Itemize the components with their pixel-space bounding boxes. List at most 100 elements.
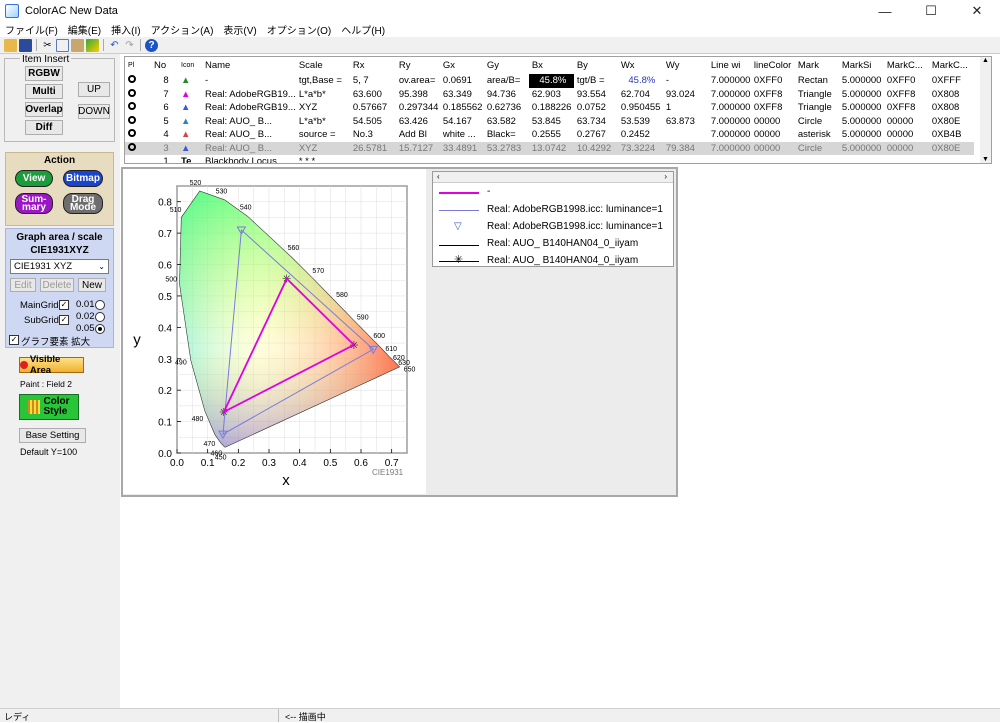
table-cell[interactable]: 53.539 xyxy=(618,115,663,129)
table-cell[interactable]: white ... xyxy=(440,128,484,142)
table-cell[interactable] xyxy=(440,155,484,163)
undo-icon[interactable]: ↶ xyxy=(108,39,121,52)
table-cell[interactable]: 10.4292 xyxy=(573,141,618,155)
column-header[interactable]: Bx xyxy=(529,57,574,74)
table-cell[interactable]: 7.000000 xyxy=(708,88,751,102)
column-header[interactable]: Ry xyxy=(396,57,440,74)
table-cell[interactable]: 62.704 xyxy=(618,88,663,102)
table-cell[interactable]: 0.2767 xyxy=(574,128,618,142)
table-row[interactable]: 4 ▲ Real: AUO_ B... source = No.3 Add Bl white… xyxy=(125,128,974,142)
grid-002-radio[interactable] xyxy=(95,312,105,322)
table-cell[interactable]: 00000 xyxy=(751,115,795,129)
table-cell[interactable]: 53.845 xyxy=(529,115,574,129)
graph-type-select[interactable]: CIE1931 XYZ ⌄ xyxy=(10,259,109,274)
table-cell[interactable]: Rectan xyxy=(795,74,839,88)
table-cell[interactable]: 0.185562 xyxy=(440,101,484,115)
column-header[interactable]: By xyxy=(574,57,618,74)
legend-scrollbar[interactable]: ‹ › xyxy=(433,172,673,183)
main-grid-checkbox[interactable]: ✓ xyxy=(59,300,69,310)
table-cell[interactable]: 7.000000 xyxy=(708,74,751,88)
table-cell[interactable]: 00000 xyxy=(884,128,929,142)
table-cell[interactable]: Circle xyxy=(794,141,839,155)
table-cell[interactable]: L*a*b* xyxy=(296,115,350,129)
summary-button[interactable]: Sum-mary xyxy=(15,193,53,214)
table-cell[interactable]: 73.3224 xyxy=(617,141,663,155)
table-cell[interactable]: 7.000000 xyxy=(708,128,751,142)
column-header[interactable]: Rx xyxy=(350,57,396,74)
copy-icon[interactable] xyxy=(56,38,69,52)
color-style-button[interactable]: Color Style xyxy=(19,394,79,420)
table-cell[interactable] xyxy=(574,155,618,163)
sub-grid-checkbox[interactable]: ✓ xyxy=(59,315,69,325)
save-icon[interactable] xyxy=(19,38,32,52)
column-header[interactable]: Name xyxy=(202,57,296,74)
table-cell[interactable]: 00000 xyxy=(884,115,929,129)
paint-icon[interactable] xyxy=(86,38,99,52)
table-cell[interactable]: Black= xyxy=(484,128,529,142)
visibility-toggle-icon[interactable] xyxy=(125,155,151,163)
table-cell[interactable]: 5.000000 xyxy=(839,115,884,129)
menu-view[interactable]: 表示(V) xyxy=(218,22,261,37)
table-cell[interactable]: 45.8% xyxy=(618,74,663,88)
table-cell[interactable]: 15.7127 xyxy=(395,141,440,155)
table-scrollbar[interactable]: ▲ ▼ xyxy=(980,57,991,163)
rgbw-button[interactable]: RGBW xyxy=(25,66,63,81)
column-header[interactable]: No xyxy=(151,57,178,74)
table-cell[interactable]: 63.734 xyxy=(574,115,618,129)
table-cell[interactable] xyxy=(839,155,884,163)
bitmap-button[interactable]: Bitmap xyxy=(63,170,103,187)
column-header[interactable]: Mark xyxy=(795,57,839,74)
table-row[interactable]: 3 ▲ Real: AUO_ B... XYZ 26.5781 15.7127 33.489… xyxy=(125,141,974,155)
table-cell[interactable]: 0XFF8 xyxy=(751,101,795,115)
cut-icon[interactable]: ✂ xyxy=(41,39,54,52)
drag-mode-button[interactable]: Drag Mode xyxy=(63,193,103,214)
minimize-icon[interactable]: — xyxy=(862,0,908,22)
table-cell[interactable]: 0.0752 xyxy=(574,101,618,115)
legend-scroll-left-icon[interactable]: ‹ xyxy=(437,172,440,181)
column-header[interactable]: Wy xyxy=(663,57,708,74)
table-cell[interactable] xyxy=(663,155,708,163)
table-cell[interactable]: Triangle xyxy=(795,101,839,115)
table-cell[interactable]: 0XB4B xyxy=(929,128,974,142)
table-cell[interactable] xyxy=(350,155,396,163)
table-cell[interactable]: 00000 xyxy=(750,141,795,155)
column-header[interactable]: MarkSi xyxy=(839,57,884,74)
table-cell[interactable]: 0X808 xyxy=(929,88,974,102)
grid-001-radio[interactable] xyxy=(95,300,105,310)
overlap-button[interactable]: Overlap xyxy=(25,102,63,117)
table-cell[interactable]: 5.000000 xyxy=(838,141,884,155)
table-cell[interactable]: 63.426 xyxy=(396,115,440,129)
table-cell[interactable]: No.3 xyxy=(350,128,396,142)
visibility-toggle-icon[interactable] xyxy=(125,88,151,102)
menu-edit[interactable]: 編集(E) xyxy=(63,22,106,37)
table-cell[interactable]: 0.62736 xyxy=(484,101,529,115)
table-cell[interactable]: asterisk xyxy=(795,128,839,142)
table-row[interactable]: 5 ▲ Real: AUO_ B... L*a*b* 54.505 63.426 54.16… xyxy=(125,115,974,129)
table-cell[interactable]: - xyxy=(663,74,708,88)
table-cell[interactable]: 26.5781 xyxy=(349,141,396,155)
visibility-toggle-icon[interactable] xyxy=(125,74,151,88)
table-cell[interactable]: 93.554 xyxy=(574,88,618,102)
menu-insert[interactable]: 挿入(I) xyxy=(106,22,145,37)
table-cell[interactable]: 0XFF0 xyxy=(751,74,795,88)
view-button[interactable]: View xyxy=(15,170,53,187)
edit-button[interactable]: Edit xyxy=(10,278,36,292)
table-cell[interactable] xyxy=(484,155,529,163)
column-header[interactable]: Wx xyxy=(618,57,663,74)
table-cell[interactable]: 0.297344 xyxy=(396,101,440,115)
table-cell[interactable]: 0X80E xyxy=(928,141,974,155)
table-cell[interactable]: 7.000000 xyxy=(708,115,751,129)
table-cell[interactable]: 7.000000 xyxy=(708,101,751,115)
column-header[interactable]: Line wi xyxy=(708,57,751,74)
menu-option[interactable]: オプション(O) xyxy=(262,22,336,37)
down-button[interactable]: DOWN xyxy=(78,104,110,119)
help-icon[interactable]: ? xyxy=(145,38,158,52)
menu-help[interactable]: ヘルプ(H) xyxy=(336,22,390,37)
open-folder-icon[interactable] xyxy=(4,38,17,52)
table-cell[interactable]: 0.0691 xyxy=(440,74,484,88)
table-cell[interactable]: 95.398 xyxy=(396,88,440,102)
table-cell[interactable]: 0.2555 xyxy=(529,128,574,142)
table-cell[interactable]: area/B= xyxy=(484,74,529,88)
table-cell[interactable]: 62.903 xyxy=(529,88,574,102)
table-cell[interactable]: 00000 xyxy=(883,141,929,155)
